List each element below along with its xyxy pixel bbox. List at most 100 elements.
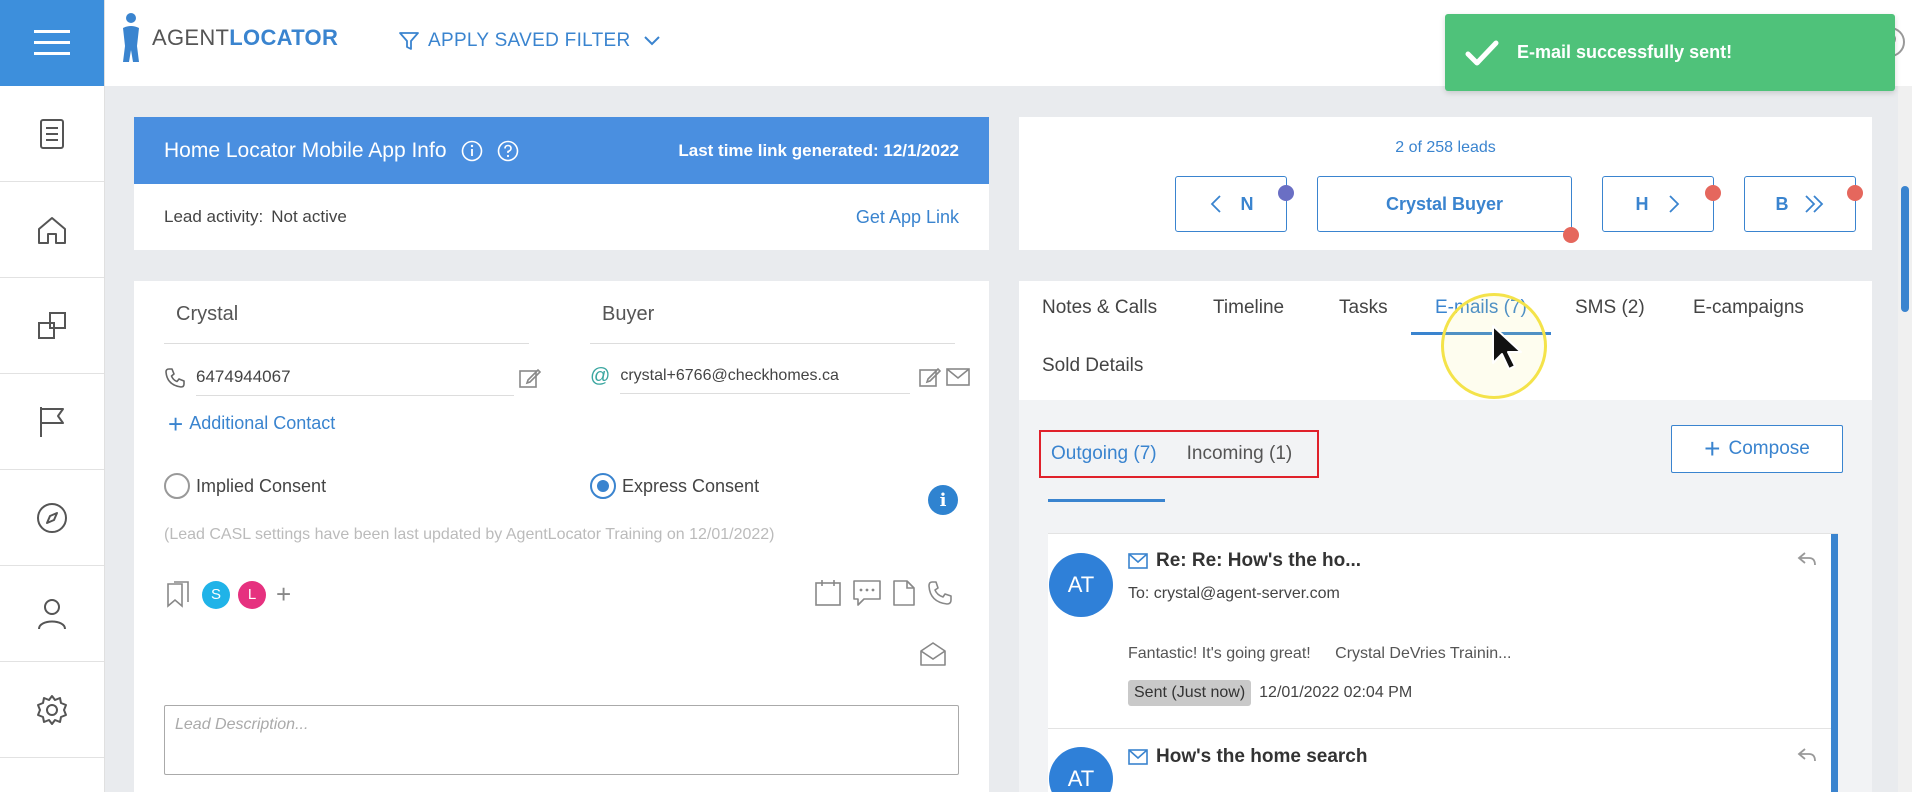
edit-phone-icon[interactable] — [518, 367, 542, 389]
avatar: AT — [1049, 747, 1113, 792]
previous-lead-button[interactable]: N — [1175, 176, 1294, 232]
page-scrollbar[interactable] — [1898, 86, 1912, 792]
implied-consent-radio[interactable]: Implied Consent — [164, 473, 326, 499]
previous-lead-label: N — [1240, 193, 1254, 214]
subtab-outgoing[interactable]: Outgoing (7) — [1041, 443, 1167, 465]
tab-ecampaigns[interactable]: E-campaigns — [1693, 297, 1804, 319]
express-consent-radio-circle — [590, 473, 616, 499]
tab-notes-calls[interactable]: Notes & Calls — [1042, 297, 1157, 319]
last-lead-button[interactable]: B — [1744, 176, 1863, 232]
list-item[interactable]: AT How's the home search — [1048, 729, 1831, 792]
last-name-field[interactable]: Buyer — [590, 294, 955, 344]
hamburger-icon — [34, 30, 70, 55]
toast-message: E-mail successfully sent! — [1517, 42, 1733, 62]
status-dot — [1278, 185, 1294, 201]
nav-item-contacts[interactable] — [0, 566, 104, 662]
email-subtabs-highlight: Outgoing (7) Incoming (1) — [1039, 430, 1319, 478]
consent-info-icon[interactable]: i — [928, 485, 958, 515]
tab-sms[interactable]: SMS (2) — [1575, 297, 1645, 319]
list-item[interactable]: AT Re: Re: How's the ho... To: crystal@a… — [1048, 534, 1831, 728]
email-recipient: To: crystal@agent-server.com — [1128, 585, 1340, 602]
subtab-incoming[interactable]: Incoming (1) — [1177, 443, 1303, 465]
phone-icon — [165, 367, 185, 388]
apply-saved-filter-dropdown[interactable]: APPLY SAVED FILTER — [398, 30, 661, 52]
call-icon[interactable] — [926, 579, 954, 607]
tab-timeline[interactable]: Timeline — [1213, 297, 1284, 319]
nav-item-documents[interactable] — [0, 86, 104, 182]
avatar: AT — [1049, 553, 1113, 617]
casl-note: (Lead CASL settings have been last updat… — [164, 526, 775, 543]
send-email-icon[interactable] — [946, 367, 971, 386]
bookmarks-icon[interactable] — [164, 580, 194, 610]
lead-action-icons — [804, 579, 954, 607]
status-badge: Sent (Just now) — [1128, 680, 1252, 706]
tag-badge[interactable]: L — [238, 580, 266, 609]
scrollbar-thumb[interactable] — [1901, 186, 1909, 312]
reply-icon[interactable] — [1797, 550, 1817, 568]
open-envelope-icon[interactable] — [919, 639, 947, 667]
nav-item-settings[interactable] — [0, 662, 104, 758]
last-link-generated: Last time link generated: 12/1/2022 — [678, 140, 959, 160]
checkmark-icon — [1465, 40, 1499, 65]
tab-sold-details[interactable]: Sold Details — [1042, 355, 1143, 377]
plus-icon: + — [168, 408, 184, 439]
logo-figure-icon — [123, 13, 139, 62]
nav-item-explore[interactable] — [0, 470, 104, 566]
status-dot — [1563, 227, 1579, 243]
first-name-field[interactable]: Crystal — [164, 294, 529, 344]
last-lead-label: B — [1775, 193, 1789, 214]
lead-navigation-card: 2 of 258 leads N Crystal Buyer H B — [1019, 117, 1872, 250]
tags-row: S L + — [164, 579, 291, 610]
next-lead-button[interactable]: H — [1602, 176, 1721, 232]
envelope-icon — [1128, 553, 1148, 569]
nav-item-listings[interactable] — [0, 278, 104, 374]
current-lead-button[interactable]: Crystal Buyer — [1317, 176, 1579, 243]
email-field[interactable]: crystal+6766@checkhomes.ca — [620, 359, 911, 394]
file-icon[interactable] — [892, 579, 916, 607]
tag-badge[interactable]: S — [202, 580, 230, 609]
tab-tasks[interactable]: Tasks — [1339, 297, 1388, 319]
active-subtab-indicator — [1048, 499, 1165, 502]
hamburger-menu-button[interactable] — [0, 0, 104, 86]
gear-icon — [37, 694, 67, 725]
add-tag-button[interactable]: + — [276, 579, 291, 610]
nav-item-flags[interactable] — [0, 374, 104, 470]
compose-button[interactable]: + Compose — [1671, 425, 1843, 473]
mobile-app-info-card: Home Locator Mobile App Info Last time l… — [134, 117, 989, 250]
lead-description-textarea[interactable]: Lead Description... — [164, 705, 959, 775]
plus-icon: + — [1704, 433, 1721, 464]
nav-item-home[interactable] — [0, 182, 104, 278]
email-sent-toast: E-mail successfully sent! — [1445, 14, 1895, 91]
emails-panel: Outgoing (7) Incoming (1) + Compose AT R… — [1019, 400, 1872, 792]
email-list: AT Re: Re: How's the ho... To: crystal@a… — [1048, 533, 1838, 792]
app-info-header: Home Locator Mobile App Info Last time l… — [134, 117, 989, 184]
filter-icon — [399, 32, 419, 50]
email-datetime: 12/01/2022 02:04 PM — [1259, 684, 1413, 701]
app-info-title: Home Locator Mobile App Info — [164, 138, 447, 162]
current-lead-label: Crystal Buyer — [1385, 193, 1504, 214]
email-preview: Fantastic! It's going great! — [1128, 645, 1311, 662]
logo-locator-text: LOCATOR — [229, 25, 339, 50]
flag-icon — [40, 406, 64, 437]
edit-email-icon[interactable] — [918, 366, 942, 388]
help-question-icon[interactable] — [497, 140, 519, 162]
info-icon[interactable] — [461, 140, 483, 162]
chevron-right-icon — [1668, 195, 1679, 213]
get-app-link[interactable]: Get App Link — [856, 207, 959, 228]
home-icon — [38, 216, 66, 244]
implied-consent-label: Implied Consent — [196, 475, 327, 496]
additional-contact-link[interactable]: + Additional Contact — [168, 408, 335, 439]
document-icon — [40, 118, 64, 149]
next-lead-label: H — [1635, 193, 1649, 214]
express-consent-radio[interactable]: Express Consent — [590, 473, 759, 499]
agentlocator-logo[interactable]: AGENTLOCATOR — [120, 12, 338, 64]
reply-icon[interactable] — [1797, 746, 1817, 764]
user-icon — [38, 598, 66, 629]
phone-field[interactable]: 6474944067 — [196, 359, 514, 396]
lead-details-card: Crystal Buyer 6474944067 @ crystal+6766@… — [134, 281, 989, 792]
calendar-icon[interactable] — [814, 579, 842, 607]
chat-bubble-icon[interactable] — [852, 579, 882, 607]
email-subject: Re: Re: How's the ho... — [1156, 550, 1362, 571]
email-subject: How's the home search — [1156, 746, 1368, 767]
lead-activity-value: Not active — [271, 207, 347, 226]
